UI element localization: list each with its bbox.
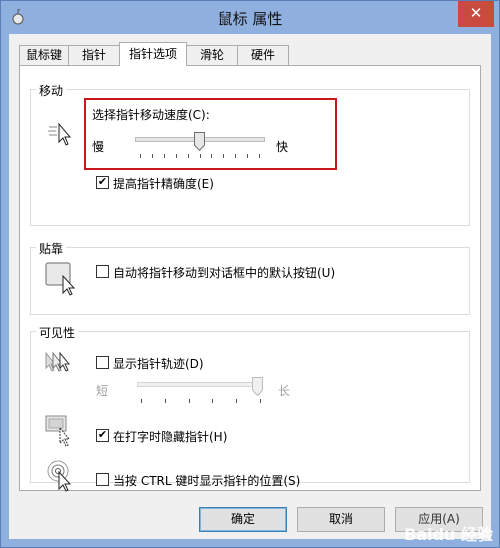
long-label: 长	[278, 384, 291, 398]
pointer-speed-icon	[48, 122, 72, 146]
slider-tick	[212, 399, 213, 403]
snap-to-group: 贴靠 自动将指针移动到对话框中的默认按钮(U)	[30, 240, 470, 315]
slider-tick	[141, 399, 142, 403]
slider-tick	[235, 154, 236, 158]
snap-to-checkbox[interactable]	[96, 265, 109, 278]
slider-tick	[176, 154, 177, 158]
close-icon: ✕	[469, 4, 483, 22]
tab-pointers[interactable]: 指针	[68, 45, 120, 65]
tab-buttons[interactable]: 鼠标键	[19, 45, 69, 65]
trail-slider-thumb[interactable]	[252, 377, 263, 396]
slider-tick	[200, 154, 201, 158]
snap-to-label: 自动将指针移动到对话框中的默认按钮(U)	[113, 266, 336, 280]
hide-while-typing-checkbox[interactable]: ✔	[96, 429, 109, 442]
slider-tick	[165, 399, 166, 403]
slider-tick	[236, 399, 237, 403]
show-location-icon	[47, 460, 72, 492]
fast-label: 快	[276, 140, 289, 154]
speed-slider-thumb[interactable]	[194, 132, 205, 151]
mouse-properties-window: 鼠标 属性 ✕ 鼠标键 指针 指针选项 滑轮 硬件 移动 选择指针移动速度(C)…	[0, 0, 500, 548]
tab-label: 硬件	[250, 48, 275, 62]
trail-slider-ticks	[141, 399, 261, 403]
visibility-group: 可见性 显示指针轨迹(D) 短 长 ✔ 在打字时隐藏指针(H) 当按 CTRL …	[30, 324, 470, 492]
watermark-text: Baidu 经验	[404, 525, 493, 544]
close-button[interactable]: ✕	[458, 1, 494, 27]
slider-tick	[259, 154, 260, 158]
title-bar[interactable]: 鼠标 属性 ✕	[1, 1, 499, 34]
dialog-client-area: 鼠标键 指针 指针选项 滑轮 硬件 移动 选择指针移动速度(C): 慢 快 ✔ …	[9, 34, 491, 539]
pointer-trails-icon	[45, 351, 71, 372]
show-location-checkbox[interactable]	[96, 473, 109, 486]
snap-to-icon	[45, 262, 76, 296]
speed-label: 选择指针移动速度(C):	[92, 108, 210, 122]
snap-to-group-title: 贴靠	[36, 240, 67, 257]
slider-tick	[140, 154, 141, 158]
check-icon: ✔	[97, 428, 108, 441]
speed-slider-ticks	[140, 154, 260, 158]
slider-tick	[211, 154, 212, 158]
slider-tick	[247, 154, 248, 158]
tab-pointer-options[interactable]: 指针选项	[119, 42, 187, 66]
slider-tick	[223, 154, 224, 158]
tab-hardware[interactable]: 硬件	[237, 45, 289, 65]
enhance-precision-checkbox[interactable]: ✔	[96, 176, 109, 189]
show-location-label: 当按 CTRL 键时显示指针的位置(S)	[113, 474, 301, 488]
visibility-group-title: 可见性	[36, 324, 79, 341]
trail-slider-track[interactable]	[137, 382, 263, 387]
slider-tick	[260, 399, 261, 403]
ok-button[interactable]: 确定	[199, 507, 287, 532]
pointer-trails-label: 显示指针轨迹(D)	[113, 357, 204, 371]
window-title: 鼠标 属性	[217, 10, 283, 28]
hide-while-typing-label: 在打字时隐藏指针(H)	[113, 430, 228, 444]
motion-group-title: 移动	[36, 82, 67, 99]
check-icon: ✔	[97, 175, 108, 188]
cancel-button[interactable]: 取消	[297, 507, 385, 532]
slider-tick	[152, 154, 153, 158]
motion-group: 移动 选择指针移动速度(C): 慢 快 ✔ 提高指针精确度(E)	[30, 82, 470, 226]
short-label: 短	[96, 384, 109, 398]
tab-label: 指针	[81, 48, 106, 62]
slider-tick	[189, 399, 190, 403]
tab-label: 指针选项	[128, 47, 177, 61]
slow-label: 慢	[92, 140, 105, 154]
pointer-trails-checkbox[interactable]	[96, 356, 109, 369]
slider-tick	[164, 154, 165, 158]
pointer-options-panel: 移动 选择指针移动速度(C): 慢 快 ✔ 提高指针精确度(E) 贴靠 自动将指…	[19, 65, 481, 492]
enhance-precision-label: 提高指针精确度(E)	[113, 177, 214, 191]
slider-tick	[188, 154, 189, 158]
hide-while-typing-icon	[45, 415, 71, 447]
tab-label: 滑轮	[199, 48, 224, 62]
tab-wheel[interactable]: 滑轮	[186, 45, 238, 65]
tab-label: 鼠标键	[25, 48, 62, 62]
